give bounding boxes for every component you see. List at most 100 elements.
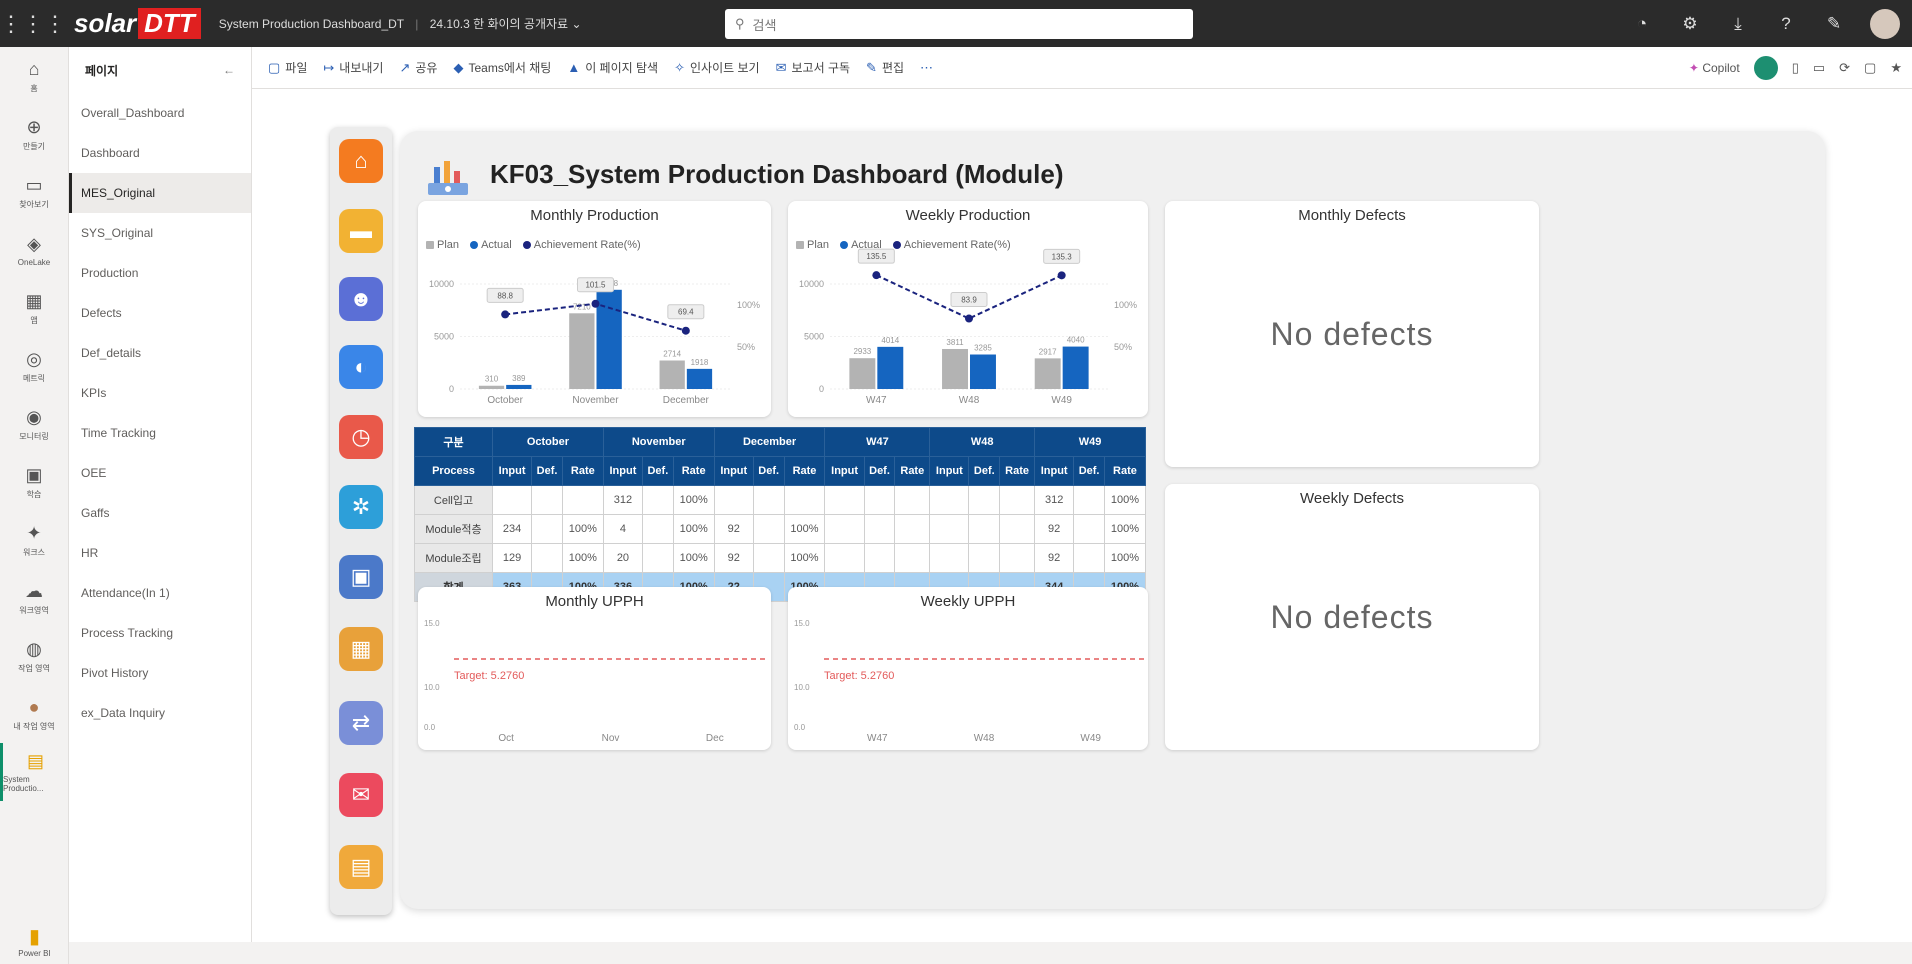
process-table-card[interactable]: 구분 October November December W47 W48 W49 Proces… (414, 427, 1147, 602)
process-yield-table: 구분 October November December W47 W48 W49 Proces… (414, 427, 1147, 602)
favorite-icon[interactable]: ★ (1890, 60, 1902, 76)
help-icon[interactable]: ? (1762, 14, 1810, 34)
page-item[interactable]: OEE (69, 453, 251, 493)
table-column-header[interactable]: Process (414, 456, 493, 486)
table-column-header[interactable]: Def. (642, 456, 674, 486)
workspace-icon: ✦ (26, 522, 42, 543)
presence-avatar[interactable] (1753, 56, 1778, 80)
ribbon-button[interactable]: ▢ 파일 (268, 59, 307, 76)
collapse-pane-icon[interactable]: ← (223, 63, 235, 77)
page-item[interactable]: Defects (69, 293, 251, 333)
bookmark-icon[interactable]: ▯ (1792, 60, 1799, 76)
rail-item-report[interactable]: ▤ System Productio... (0, 743, 68, 801)
search-input[interactable]: ⚲ 검색 (725, 9, 1193, 39)
rail-item-workspace[interactable]: ✦ 워크스 (0, 511, 68, 569)
page-item[interactable]: Time Tracking (69, 413, 251, 453)
download-icon[interactable]: ⤓ (1714, 14, 1762, 34)
monitor-nav-icon[interactable]: ▣ (339, 555, 383, 599)
chat-nav-icon[interactable]: ✉ (339, 773, 383, 817)
table-column-header[interactable]: Rate (672, 456, 715, 486)
ribbon-button[interactable]: ⋯ (920, 60, 938, 76)
powerbi-switcher[interactable]: ▮ Power BI (0, 924, 69, 958)
gear-nav-icon[interactable]: ✲ (339, 485, 383, 529)
rate-line (505, 302, 687, 332)
page-item[interactable]: Process Tracking (69, 613, 251, 653)
cycle-nav-icon[interactable]: ◐ (339, 345, 383, 389)
table-column-header[interactable]: Input (713, 456, 754, 486)
table-column-header[interactable]: Input (602, 456, 644, 486)
brand-logo[interactable]: solar DTT (74, 8, 201, 39)
feedback-icon[interactable]: ✎ (1810, 14, 1858, 34)
weekly-production-card[interactable]: Weekly Production Plan Actual Achievemen… (788, 201, 1148, 417)
timer-nav-icon[interactable]: ◷ (339, 415, 383, 459)
table-column-header[interactable]: Input (824, 456, 865, 486)
weekly-defects-card[interactable]: Weekly Defects No defects (1165, 484, 1539, 750)
ribbon-button[interactable]: ✉ 보고서 구독 (776, 59, 850, 76)
rail-item-workspace-3[interactable]: ◍ 작업 영역 (0, 627, 68, 685)
production-nav-icon[interactable]: ▬ (339, 209, 383, 253)
monthly-defects-card[interactable]: Monthly Defects No defects (1165, 201, 1539, 467)
page-item[interactable]: Dashboard (69, 133, 251, 173)
table-column-header[interactable]: Rate (1103, 456, 1147, 486)
people-nav-icon[interactable]: ☻ (339, 277, 383, 321)
ribbon-button[interactable]: ◆ Teams에서 채팅 (453, 59, 551, 76)
ribbon-button[interactable]: ✎ 편집 (866, 59, 904, 76)
view-icon[interactable]: ▭ (1813, 60, 1825, 76)
table-column-header[interactable]: Input (929, 456, 970, 486)
page-item[interactable]: Attendance(In 1) (69, 573, 251, 613)
copilot-button[interactable]: ✦ Copilot (1689, 61, 1740, 75)
rail-item-onelake[interactable]: ◈ OneLake (0, 221, 68, 279)
ribbon-button[interactable]: ↦ 내보내기 (323, 59, 383, 76)
refresh-icon[interactable]: ⟳ (1839, 60, 1850, 76)
page-item[interactable]: Def_details (69, 333, 251, 373)
page-item[interactable]: Gaffs (69, 493, 251, 533)
comment-icon[interactable]: ▢ (1864, 60, 1876, 76)
weekly-uph-card[interactable]: Weekly UPPH 15.0 10.0 0.0 Target: 5.2760 W47… (788, 587, 1148, 750)
table-column-header[interactable]: Def. (752, 456, 785, 486)
rail-item-monitor[interactable]: ◉ 모니터링 (0, 395, 68, 453)
table-column-header[interactable]: Input (1034, 456, 1075, 486)
ribbon-button[interactable]: ▲ 이 페이지 탐색 (567, 59, 658, 76)
report-title[interactable]: System Production Dashboard_DT | 24.10.3… (219, 15, 582, 32)
ribbon-button[interactable]: ↗ 공유 (399, 59, 437, 76)
page-item[interactable]: Production (69, 253, 251, 293)
user-avatar[interactable] (1870, 8, 1900, 39)
rail-item-learn[interactable]: ▣ 학습 (0, 453, 68, 511)
rate-point (965, 314, 973, 323)
table-column-header[interactable]: Rate (561, 456, 604, 486)
page-item[interactable]: HR (69, 533, 251, 573)
page-item[interactable]: SYS_Original (69, 213, 251, 253)
rail-item-metrics[interactable]: ◎ 메트릭 (0, 337, 68, 395)
rail-item-browse[interactable]: ▭ 찾아보기 (0, 163, 68, 221)
table-column-header[interactable]: Def. (1073, 456, 1105, 486)
ribbon-button[interactable]: ✧ 인사이트 보기 (674, 59, 759, 76)
book-nav-icon[interactable]: ▤ (339, 845, 383, 889)
page-item[interactable]: MES_Original (69, 173, 251, 213)
table-column-header[interactable]: Rate (783, 456, 826, 486)
rate-data-label: 83.9 (961, 296, 977, 305)
table-column-header[interactable]: Def. (968, 456, 1001, 486)
settings-icon[interactable]: ⚙ (1666, 14, 1714, 34)
app-launcher-icon[interactable]: ⋮⋮⋮ (0, 11, 66, 37)
table-column-header[interactable]: Rate (894, 456, 931, 486)
page-item[interactable]: Pivot History (69, 653, 251, 693)
monthly-uph-card[interactable]: Monthly UPPH 15.0 10.0 0.0 Target: 5.2760 Oc… (418, 587, 771, 750)
flow-nav-icon[interactable]: ⇄ (339, 701, 383, 745)
page-item[interactable]: KPIs (69, 373, 251, 413)
table-column-header[interactable]: Def. (863, 456, 896, 486)
rail-item-apps[interactable]: ▦ 앱 (0, 279, 68, 337)
rail-item-workspace-2[interactable]: ☁ 워크영역 (0, 569, 68, 627)
table-column-header[interactable]: Rate (999, 456, 1036, 486)
table-column-header[interactable]: Def. (531, 456, 563, 486)
page-item[interactable]: ex_Data Inquiry (69, 693, 251, 733)
table-cell (894, 514, 931, 544)
page-item[interactable]: Overall_Dashboard (69, 93, 251, 133)
monthly-production-card[interactable]: Monthly Production Plan Actual Achieveme… (418, 201, 771, 417)
rail-item-home[interactable]: ⌂ 홈 (0, 47, 68, 105)
table-column-header[interactable]: Input (491, 456, 533, 486)
rail-item-create[interactable]: ⊕ 만들기 (0, 105, 68, 163)
home-nav-icon[interactable]: ⌂ (339, 139, 383, 183)
notifications-icon[interactable]: ◔ (1618, 14, 1666, 34)
rail-item-my-workspace[interactable]: ● 내 작업 영역 (0, 685, 68, 743)
box-nav-icon[interactable]: ▦ (339, 627, 383, 671)
